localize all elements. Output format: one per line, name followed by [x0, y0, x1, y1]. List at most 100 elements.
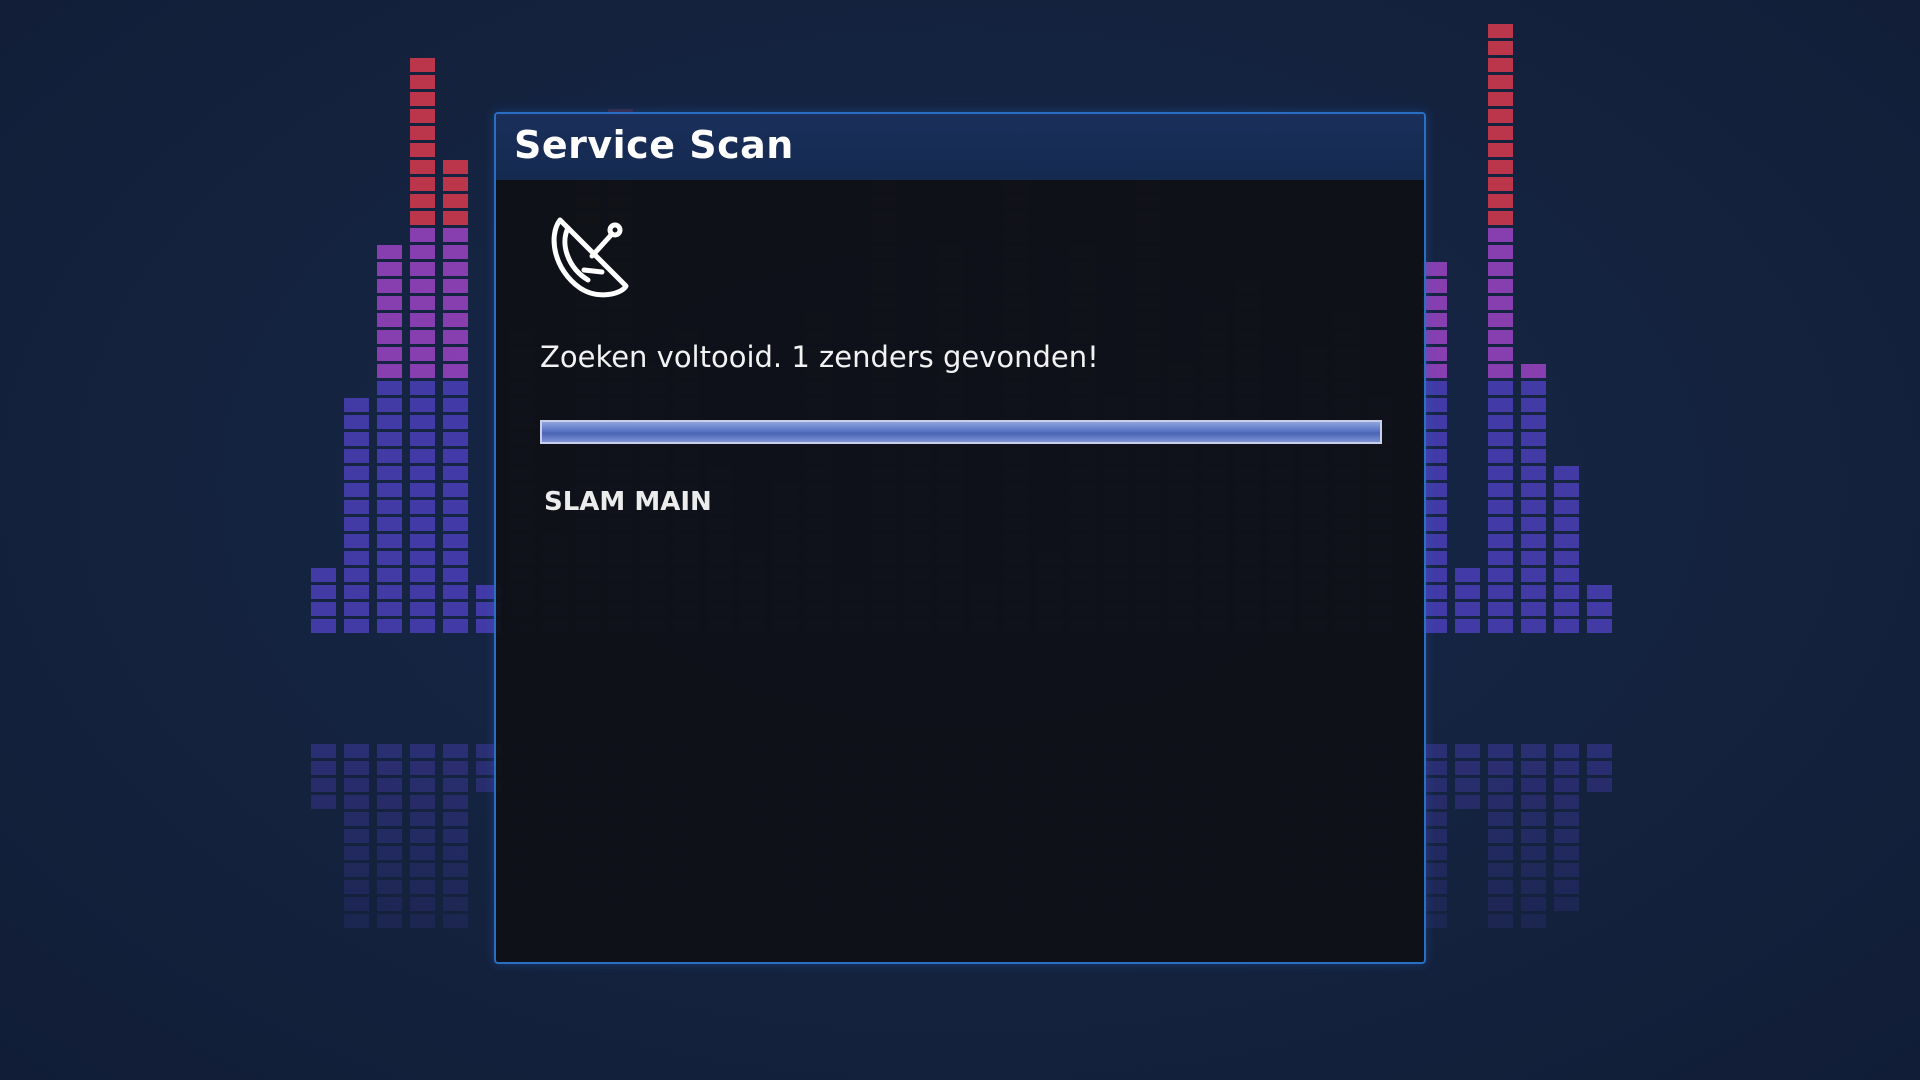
equalizer-reflection-segment [1488, 863, 1513, 877]
equalizer-segment [443, 432, 468, 446]
equalizer-segment [1488, 228, 1513, 242]
equalizer-reflection-segment [1521, 914, 1546, 928]
channel-list-item[interactable]: SLAM MAIN [544, 482, 712, 522]
equalizer-reflection-segment [1521, 880, 1546, 894]
equalizer-reflection-segment [410, 744, 435, 758]
equalizer-reflection-segment [443, 897, 468, 911]
equalizer-reflection-segment [377, 914, 402, 928]
equalizer-segment [443, 347, 468, 361]
equalizer-segment [410, 143, 435, 157]
equalizer-segment [1488, 500, 1513, 514]
equalizer-reflection-segment [443, 778, 468, 792]
equalizer-reflection-segment [377, 795, 402, 809]
equalizer-segment [1554, 602, 1579, 616]
equalizer-reflection-segment [377, 829, 402, 843]
equalizer-segment [443, 398, 468, 412]
equalizer-segment [443, 568, 468, 582]
equalizer-segment [410, 466, 435, 480]
equalizer-segment [377, 483, 402, 497]
equalizer-segment [410, 262, 435, 276]
equalizer-segment [443, 313, 468, 327]
equalizer-reflection-segment [1455, 744, 1480, 758]
equalizer-reflection-segment [410, 863, 435, 877]
equalizer-reflection-segment [1521, 761, 1546, 775]
equalizer-segment [443, 381, 468, 395]
equalizer-segment [1521, 517, 1546, 531]
dialog-body: Zoeken voltooid. 1 zenders gevonden! SLA… [496, 180, 1424, 962]
equalizer-segment [1488, 432, 1513, 446]
equalizer-reflection-segment [311, 761, 336, 775]
equalizer-segment [344, 432, 369, 446]
equalizer-reflection-segment [443, 863, 468, 877]
equalizer-segment [443, 534, 468, 548]
equalizer-reflection-segment [377, 761, 402, 775]
equalizer-segment [443, 619, 468, 633]
equalizer-segment [443, 228, 468, 242]
equalizer-segment [1455, 619, 1480, 633]
equalizer-segment [443, 483, 468, 497]
equalizer-segment [1488, 245, 1513, 259]
equalizer-segment [1488, 551, 1513, 565]
equalizer-segment [344, 517, 369, 531]
equalizer-segment [410, 126, 435, 140]
equalizer-segment [344, 500, 369, 514]
equalizer-reflection-segment [377, 744, 402, 758]
equalizer-reflection-segment [410, 914, 435, 928]
equalizer-reflection-segment [1455, 795, 1480, 809]
equalizer-segment [344, 449, 369, 463]
equalizer-segment [1488, 347, 1513, 361]
equalizer-segment [377, 500, 402, 514]
equalizer-segment [410, 398, 435, 412]
equalizer-reflection-segment [377, 897, 402, 911]
equalizer-segment [410, 58, 435, 72]
equalizer-reflection-segment [344, 744, 369, 758]
equalizer-segment [1488, 296, 1513, 310]
equalizer-segment [377, 398, 402, 412]
equalizer-segment [344, 483, 369, 497]
equalizer-segment [1554, 619, 1579, 633]
equalizer-segment [344, 415, 369, 429]
equalizer-segment [1488, 211, 1513, 225]
equalizer-reflection-segment [1521, 795, 1546, 809]
equalizer-segment [443, 364, 468, 378]
equalizer-segment [410, 534, 435, 548]
equalizer-segment [1521, 415, 1546, 429]
equalizer-segment [443, 602, 468, 616]
equalizer-segment [1521, 534, 1546, 548]
equalizer-reflection-segment [344, 914, 369, 928]
equalizer-segment [377, 364, 402, 378]
equalizer-reflection-segment [1554, 880, 1579, 894]
equalizer-segment [410, 75, 435, 89]
equalizer-reflection-segment [410, 880, 435, 894]
equalizer-reflection-segment [377, 778, 402, 792]
equalizer-segment [1521, 602, 1546, 616]
equalizer-segment [344, 398, 369, 412]
equalizer-reflection-segment [344, 829, 369, 843]
equalizer-segment [443, 245, 468, 259]
equalizer-reflection-segment [410, 897, 435, 911]
equalizer-reflection-segment [377, 880, 402, 894]
equalizer-segment [410, 381, 435, 395]
equalizer-segment [377, 466, 402, 480]
equalizer-reflection-segment [1554, 761, 1579, 775]
equalizer-segment [1521, 483, 1546, 497]
equalizer-reflection-segment [377, 812, 402, 826]
equalizer-segment [443, 262, 468, 276]
equalizer-segment [1521, 500, 1546, 514]
equalizer-reflection-segment [311, 778, 336, 792]
equalizer-segment [1455, 568, 1480, 582]
equalizer-segment [377, 551, 402, 565]
equalizer-reflection-segment [344, 795, 369, 809]
equalizer-segment [410, 177, 435, 191]
equalizer-segment [1488, 177, 1513, 191]
equalizer-segment [1554, 534, 1579, 548]
equalizer-segment [443, 177, 468, 191]
equalizer-segment [377, 619, 402, 633]
equalizer-reflection-segment [410, 829, 435, 843]
equalizer-reflection-segment [1488, 795, 1513, 809]
equalizer-reflection-segment [1554, 778, 1579, 792]
equalizer-reflection-segment [344, 863, 369, 877]
scan-progress-fill [542, 422, 1380, 442]
equalizer-segment [1521, 364, 1546, 378]
equalizer-segment [377, 313, 402, 327]
